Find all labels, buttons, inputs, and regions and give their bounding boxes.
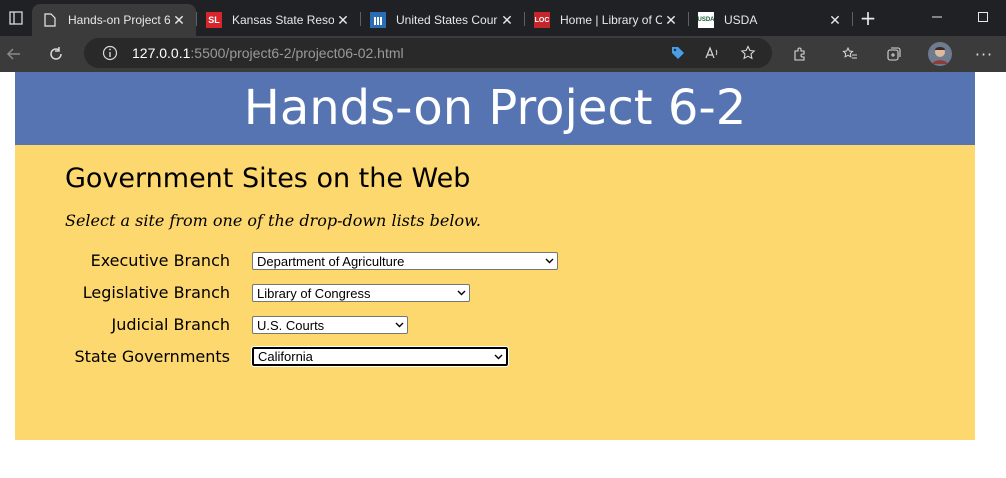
tab-us-courts[interactable]: United States Cour ✕ xyxy=(360,4,524,36)
sl-logo-icon: SL xyxy=(206,12,222,28)
page-icon xyxy=(42,12,58,28)
tab-title: Hands-on Project 6 xyxy=(68,13,170,27)
tab-usda[interactable]: USDA USDA ✕ xyxy=(688,4,852,36)
tab-divider xyxy=(852,12,853,26)
url-path: :5500/project6-2/project06-02.html xyxy=(190,45,404,61)
more-options-icon[interactable]: ··· xyxy=(970,40,998,68)
select-value: Department of Agriculture xyxy=(257,253,405,269)
maximize-button[interactable] xyxy=(960,0,1006,34)
new-tab-button[interactable]: + xyxy=(854,4,882,32)
minimize-button[interactable] xyxy=(914,0,960,34)
executive-branch-label: Executive Branch xyxy=(90,251,230,270)
chevron-down-icon xyxy=(494,349,503,364)
favorites-icon[interactable] xyxy=(836,40,864,68)
page-content: Government Sites on the Web Select a sit… xyxy=(15,145,975,440)
tab-title: United States Cour xyxy=(396,13,498,27)
tab-library-of-congress[interactable]: LOC Home | Library of C ✕ xyxy=(524,4,688,36)
judicial-branch-label: Judicial Branch xyxy=(111,315,230,334)
web-page: Hands-on Project 6-2 Government Sites on… xyxy=(15,72,975,440)
url-host: 127.0.0.1 xyxy=(132,45,191,61)
close-icon[interactable]: ✕ xyxy=(662,12,680,29)
tab-kansas-state[interactable]: SL Kansas State Resou ✕ xyxy=(196,4,360,36)
info-icon[interactable] xyxy=(96,39,124,67)
refresh-button[interactable] xyxy=(42,40,70,68)
tab-title: Kansas State Resou xyxy=(232,13,334,27)
extensions-icon[interactable] xyxy=(786,40,814,68)
close-icon[interactable]: ✕ xyxy=(334,12,352,29)
close-icon[interactable]: ✕ xyxy=(826,12,844,29)
collections-icon[interactable] xyxy=(880,40,908,68)
chevron-down-icon xyxy=(395,317,404,333)
select-value: California xyxy=(258,349,313,364)
judicial-branch-select[interactable]: U.S. Courts xyxy=(252,316,408,334)
close-icon[interactable]: ✕ xyxy=(498,12,516,29)
legislative-branch-select[interactable]: Library of Congress xyxy=(252,284,470,302)
add-favorite-icon[interactable] xyxy=(734,39,762,67)
state-governments-label: State Governments xyxy=(74,347,230,366)
shopping-tag-icon[interactable] xyxy=(664,39,692,67)
tab-strip: Hands-on Project 6 ✕ SL Kansas State Res… xyxy=(0,0,1006,36)
profile-avatar[interactable] xyxy=(926,40,954,68)
select-value: U.S. Courts xyxy=(257,317,325,333)
browser-toolbar: 127.0.0.1:5500/project6-2/project06-02.h… xyxy=(0,36,1006,72)
back-button[interactable] xyxy=(0,40,28,68)
url-text[interactable]: 127.0.0.1:5500/project6-2/project06-02.h… xyxy=(132,45,404,61)
loc-logo-icon: LOC xyxy=(534,12,550,28)
chevron-down-icon xyxy=(545,253,554,269)
executive-branch-select[interactable]: Department of Agriculture xyxy=(252,252,558,270)
legislative-branch-label: Legislative Branch xyxy=(82,283,230,302)
usda-logo-icon: USDA xyxy=(698,12,715,28)
instructions-text: Select a site from one of the drop-down … xyxy=(65,211,481,230)
select-value: Library of Congress xyxy=(257,285,371,301)
courts-icon xyxy=(370,12,386,28)
tab-title: Home | Library of C xyxy=(560,13,662,27)
tab-hands-on-project[interactable]: Hands-on Project 6 ✕ xyxy=(32,4,196,36)
address-bar[interactable]: 127.0.0.1:5500/project6-2/project06-02.h… xyxy=(84,38,772,68)
page-header: Hands-on Project 6-2 xyxy=(15,72,975,145)
page-heading: Government Sites on the Web xyxy=(65,163,471,194)
tab-title: USDA xyxy=(724,13,758,27)
state-governments-select[interactable]: California xyxy=(251,346,509,367)
chevron-down-icon xyxy=(457,285,466,301)
close-icon[interactable]: ✕ xyxy=(170,12,188,29)
read-aloud-icon[interactable] xyxy=(698,39,726,67)
tab-actions-icon[interactable] xyxy=(0,0,32,36)
